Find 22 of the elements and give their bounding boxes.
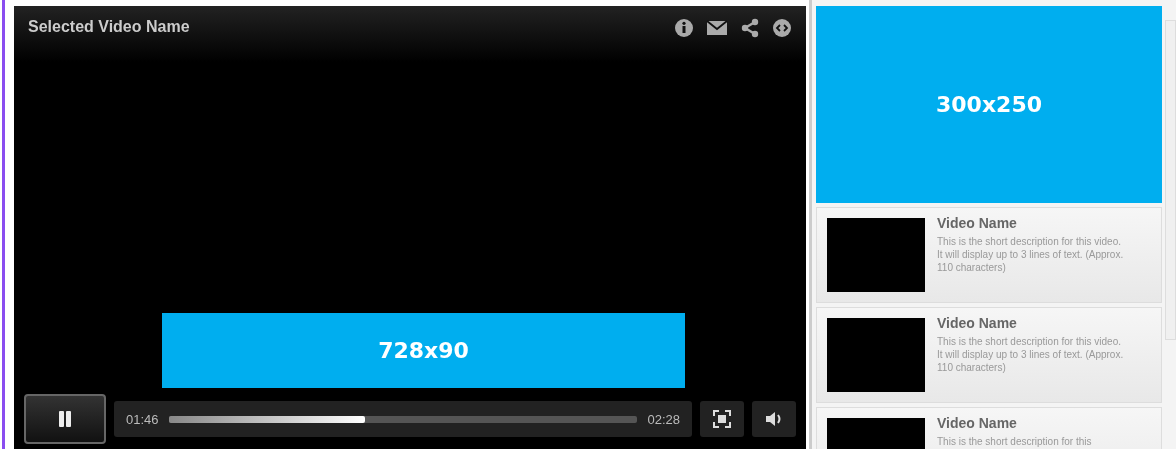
video-list-item[interactable]: Video Name This is the short description for this video. It will display up to 3 lines of text. (Approx. 110 characters) [816, 307, 1163, 403]
video-description: This is the short description for this video. It will display up to 3 lines of text. (Approx. 110 characters) [937, 235, 1125, 274]
video-name: Video Name [937, 315, 1018, 331]
video-name: Video Name [937, 415, 1018, 431]
progress-track[interactable] [168, 415, 638, 423]
video-description: This is the short description for this [937, 435, 1092, 448]
video-list-item[interactable]: Video Name This is the short description for this video. It will display up to 3 lines of text. (Approx. 110 characters) [816, 207, 1163, 303]
mail-icon[interactable] [706, 19, 728, 37]
pause-button[interactable] [24, 394, 106, 444]
volume-button[interactable] [752, 401, 796, 437]
video-title: Selected Video Name [28, 18, 190, 36]
video-description: This is the short description for this video. It will display up to 3 lines of text. (Approx. 110 characters) [937, 335, 1125, 374]
info-icon[interactable] [674, 18, 694, 38]
embed-icon[interactable] [772, 18, 792, 38]
video-list-item[interactable]: Video Name This is the short description for this [816, 407, 1163, 449]
duration-time: 02:28 [647, 411, 680, 427]
pause-icon [56, 410, 74, 428]
share-icon[interactable] [740, 18, 760, 38]
fullscreen-button[interactable] [700, 401, 744, 437]
video-name: Video Name [937, 215, 1018, 231]
elapsed-time: 01:46 [126, 411, 159, 427]
fullscreen-icon [713, 410, 731, 428]
